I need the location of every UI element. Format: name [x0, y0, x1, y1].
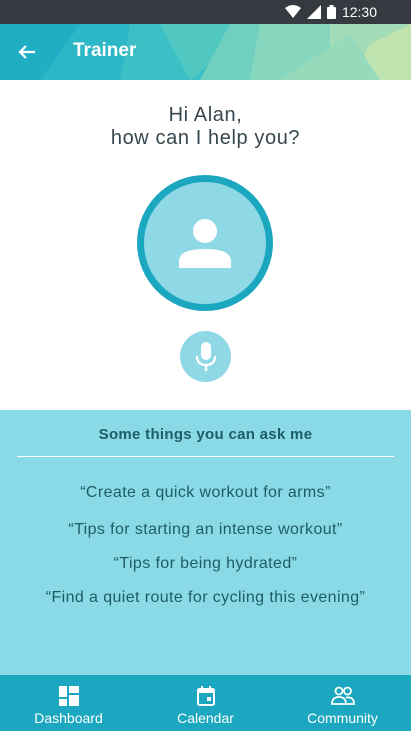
nav-item-calendar[interactable]: Calendar	[137, 675, 274, 731]
greeting-line-2: how can I help you?	[110, 127, 301, 149]
signal-icon	[306, 5, 321, 19]
nav-label-dashboard: Dashboard	[34, 710, 103, 726]
nav-label-community: Community	[307, 710, 378, 726]
arrow-left-icon	[18, 45, 35, 59]
calendar-icon	[196, 686, 215, 706]
community-icon	[330, 686, 355, 705]
bottom-navigation: Dashboard Calendar Community	[0, 675, 411, 731]
suggestions-title: Some things you can ask me	[98, 426, 313, 443]
header-background-pattern	[0, 24, 411, 80]
suggestion-item[interactable]: “Tips for starting an intense workout”	[0, 521, 411, 539]
nav-label-calendar: Calendar	[177, 710, 234, 726]
microphone-icon	[195, 341, 216, 371]
trainer-avatar	[137, 175, 273, 311]
divider	[17, 456, 394, 457]
status-bar: 12:30	[0, 0, 411, 24]
greeting: Hi Alan, how can I help you?	[0, 104, 411, 150]
nav-item-dashboard[interactable]: Dashboard	[0, 675, 137, 731]
microphone-button[interactable]	[180, 331, 231, 382]
app-bar: Trainer	[0, 24, 411, 80]
battery-icon	[326, 5, 336, 19]
suggestions-panel: Some things you can ask me “Create a qui…	[0, 410, 411, 675]
suggestion-item[interactable]: “Tips for being hydrated”	[0, 555, 411, 573]
back-button[interactable]	[12, 38, 42, 66]
dashboard-icon	[58, 686, 79, 706]
nav-item-community[interactable]: Community	[274, 675, 411, 731]
status-time: 12:30	[341, 4, 377, 20]
suggestion-item[interactable]: “Create a quick workout for arms”	[0, 484, 411, 502]
wifi-icon	[284, 5, 301, 19]
suggestion-item[interactable]: “Find a quiet route for cycling this eve…	[0, 589, 411, 607]
page-title: Trainer	[73, 40, 137, 61]
person-icon	[179, 219, 231, 268]
greeting-line-1: Hi Alan,	[168, 104, 243, 126]
